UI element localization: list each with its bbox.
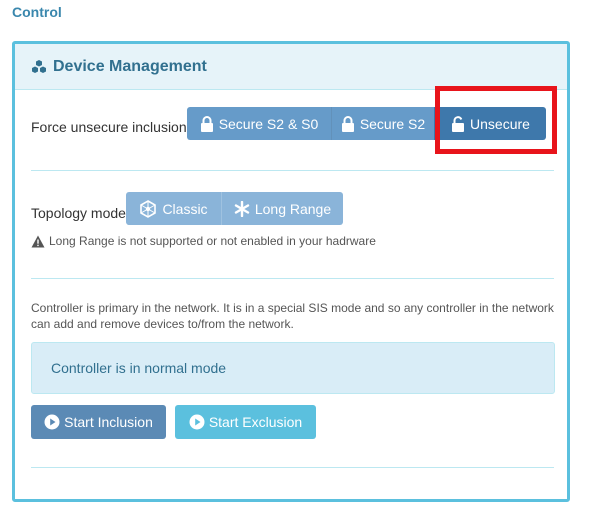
divider bbox=[31, 170, 554, 171]
topology-mode-label: Topology mode bbox=[31, 205, 126, 221]
divider bbox=[31, 278, 554, 279]
force-unsecure-label: Force unsecure inclusion bbox=[31, 119, 187, 135]
long-range-button[interactable]: Long Range bbox=[221, 192, 343, 225]
warning-icon bbox=[31, 235, 45, 247]
highlight-box bbox=[435, 86, 557, 154]
secure-s2-s0-button[interactable]: Secure S2 & S0 bbox=[187, 107, 331, 140]
section-title: Control bbox=[12, 4, 62, 20]
panel-title: Device Management bbox=[53, 57, 207, 75]
lock-icon bbox=[341, 115, 354, 132]
panel-heading: Device Management bbox=[15, 44, 567, 90]
network-icon bbox=[140, 199, 157, 218]
asterisk-icon bbox=[234, 200, 250, 217]
lock-icon bbox=[200, 115, 213, 132]
classic-button[interactable]: Classic bbox=[126, 192, 221, 225]
controller-status-alert: Controller is in normal mode bbox=[31, 342, 555, 394]
topology-mode-group: Classic Long Range bbox=[126, 192, 343, 225]
start-exclusion-button[interactable]: Start Exclusion bbox=[175, 405, 316, 439]
cubes-icon bbox=[32, 59, 46, 73]
long-range-warning: Long Range is not supported or not enabl… bbox=[31, 234, 376, 248]
controller-description: Controller is primary in the network. It… bbox=[31, 301, 554, 331]
secure-s2-button[interactable]: Secure S2 bbox=[331, 107, 434, 140]
controller-status-text: Controller is in normal mode bbox=[51, 360, 227, 376]
play-circle-icon bbox=[44, 414, 60, 430]
play-circle-icon bbox=[189, 414, 205, 430]
divider bbox=[31, 467, 554, 468]
start-inclusion-button[interactable]: Start Inclusion bbox=[31, 405, 166, 439]
